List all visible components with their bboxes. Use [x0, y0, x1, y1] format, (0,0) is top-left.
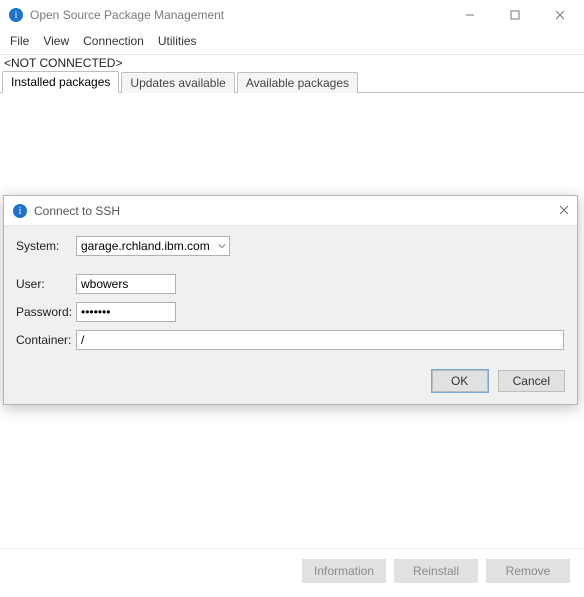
menubar: File View Connection Utilities [0, 30, 584, 55]
menu-connection[interactable]: Connection [77, 32, 150, 50]
close-button[interactable] [537, 0, 582, 30]
footer: Information Reinstall Remove [0, 548, 584, 597]
connection-status: <NOT CONNECTED> [0, 55, 584, 71]
system-label: System: [16, 239, 76, 253]
menu-utilities[interactable]: Utilities [152, 32, 203, 50]
user-label: User: [16, 277, 76, 291]
menu-file[interactable]: File [4, 32, 35, 50]
window-controls [447, 0, 582, 30]
info-icon: i [12, 203, 28, 219]
dialog-body: System: User: Password: Container: OK Ca… [4, 226, 577, 404]
minimize-button[interactable] [447, 0, 492, 30]
user-input[interactable] [76, 274, 176, 294]
tab-available-packages[interactable]: Available packages [237, 72, 358, 93]
password-input[interactable] [76, 302, 176, 322]
maximize-button[interactable] [492, 0, 537, 30]
ok-button[interactable]: OK [432, 370, 488, 392]
dialog-close-button[interactable] [533, 204, 569, 218]
svg-text:i: i [19, 206, 22, 217]
titlebar: i Open Source Package Management [0, 0, 584, 30]
system-input[interactable] [76, 236, 230, 256]
dialog-titlebar: i Connect to SSH [4, 196, 577, 226]
svg-text:i: i [15, 10, 18, 21]
information-button[interactable]: Information [302, 559, 386, 583]
menu-view[interactable]: View [37, 32, 75, 50]
connect-ssh-dialog: i Connect to SSH System: User: Password: [3, 195, 578, 405]
reinstall-button[interactable]: Reinstall [394, 559, 478, 583]
cancel-button[interactable]: Cancel [498, 370, 565, 392]
container-label: Container: [16, 333, 76, 347]
system-combo[interactable] [76, 236, 230, 256]
app-icon: i [8, 7, 24, 23]
container-input[interactable] [76, 330, 564, 350]
dialog-buttons: OK Cancel [16, 358, 565, 392]
remove-button[interactable]: Remove [486, 559, 570, 583]
tabbar: Installed packages Updates available Ava… [0, 71, 584, 93]
window-title: Open Source Package Management [30, 8, 447, 22]
password-label: Password: [16, 305, 76, 319]
dialog-title: Connect to SSH [34, 204, 533, 218]
tab-installed-packages[interactable]: Installed packages [2, 71, 119, 93]
tab-updates-available[interactable]: Updates available [121, 72, 234, 93]
